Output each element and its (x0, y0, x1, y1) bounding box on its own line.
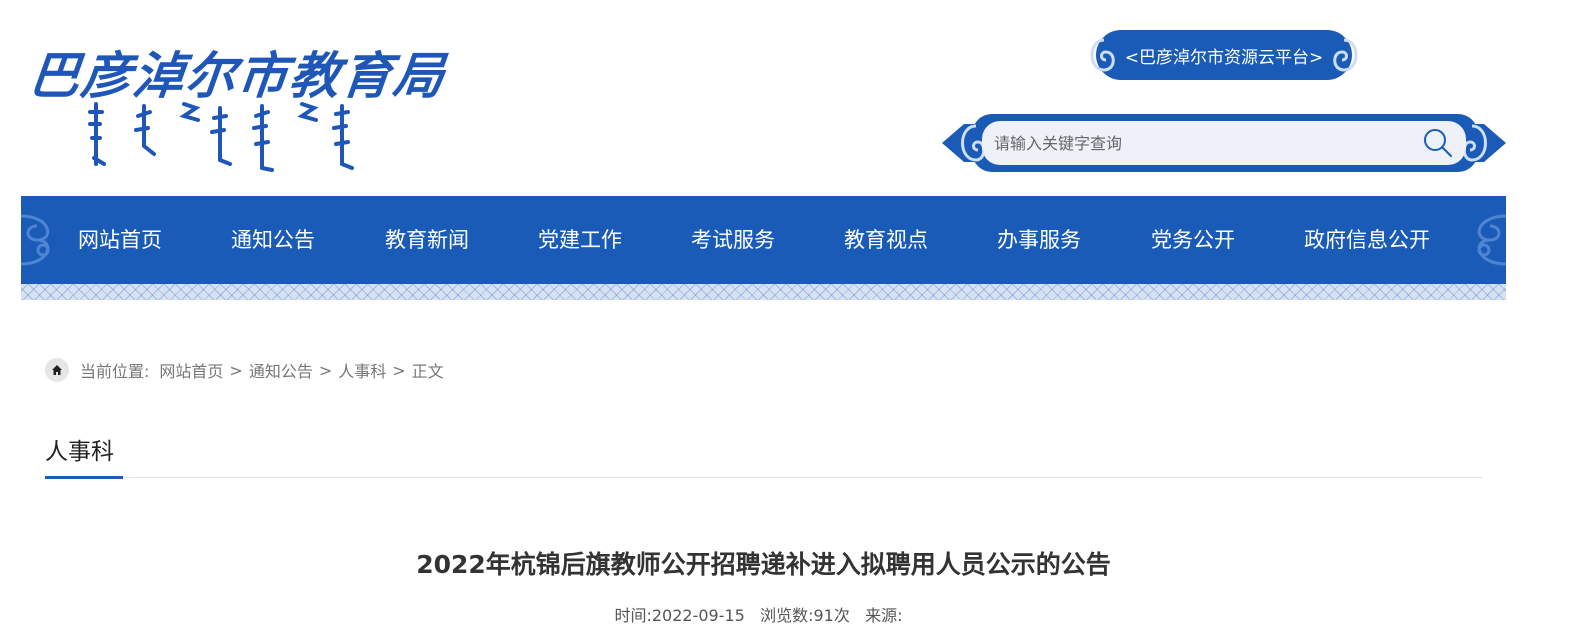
nav-item-edu-viewpoints[interactable]: 教育视点 (844, 196, 928, 284)
site-logo[interactable]: 巴彦淖尔市教育局 (27, 36, 449, 176)
nav-item-edu-news[interactable]: 教育新闻 (385, 196, 469, 284)
search-input[interactable] (982, 121, 1412, 165)
breadcrumb-separator: > (392, 360, 406, 380)
breadcrumb-notices[interactable]: 通知公告 (249, 358, 313, 382)
search-button[interactable] (1410, 121, 1466, 165)
meta-views: 91次 (813, 606, 850, 625)
nav-item-party-building[interactable]: 党建工作 (538, 196, 622, 284)
meta-time-label: 时间: (614, 606, 652, 625)
nav-item-exam-services[interactable]: 考试服务 (691, 196, 775, 284)
home-icon (45, 358, 69, 382)
section-title-underline (45, 476, 123, 479)
breadcrumb: 当前位置: 网站首页 > 通知公告 > 人事科 > 正文 (45, 358, 444, 382)
breadcrumb-current: 正文 (411, 362, 444, 381)
meta-views-label: 浏览数: (760, 606, 814, 625)
section-divider (45, 477, 1482, 478)
article-title: 2022年杭锦后旗教师公开招聘递补进入拟聘用人员公示的公告 (416, 550, 1111, 579)
ornament-icon (1477, 214, 1506, 266)
nav-pattern-strip (21, 284, 1506, 300)
nav-item-gov-info[interactable]: 政府信息公开 (1304, 196, 1430, 284)
section-title: 人事科 (45, 439, 114, 465)
search-bar (942, 112, 1506, 174)
ornament-icon (21, 214, 50, 266)
breadcrumb-separator: > (318, 360, 333, 380)
meta-source-label: 来源: (865, 606, 903, 625)
article-meta: 时间:2022-09-15 浏览数:91次 来源: (0, 602, 1517, 626)
mongolian-script-logo (88, 102, 354, 172)
breadcrumb-home[interactable]: 网站首页 (159, 358, 223, 382)
main-nav: 网站首页 通知公告 教育新闻 党建工作 考试服务 教育视点 办事服务 党务公开 … (21, 196, 1506, 284)
breadcrumb-separator: > (229, 360, 243, 380)
cloud-platform-link[interactable]: <巴彦淖尔市资源云平台> (1078, 28, 1370, 82)
cloud-platform-label: <巴彦淖尔市资源云平台> (1124, 47, 1324, 68)
meta-time: 2022-09-15 (651, 606, 745, 625)
breadcrumb-personnel[interactable]: 人事科 (338, 358, 386, 382)
nav-item-home[interactable]: 网站首页 (78, 196, 162, 284)
search-icon (1424, 129, 1452, 157)
nav-item-services[interactable]: 办事服务 (997, 196, 1081, 284)
nav-item-party-affairs[interactable]: 党务公开 (1151, 196, 1235, 284)
breadcrumb-prefix: 当前位置: (80, 362, 150, 381)
nav-item-notices[interactable]: 通知公告 (231, 196, 315, 284)
